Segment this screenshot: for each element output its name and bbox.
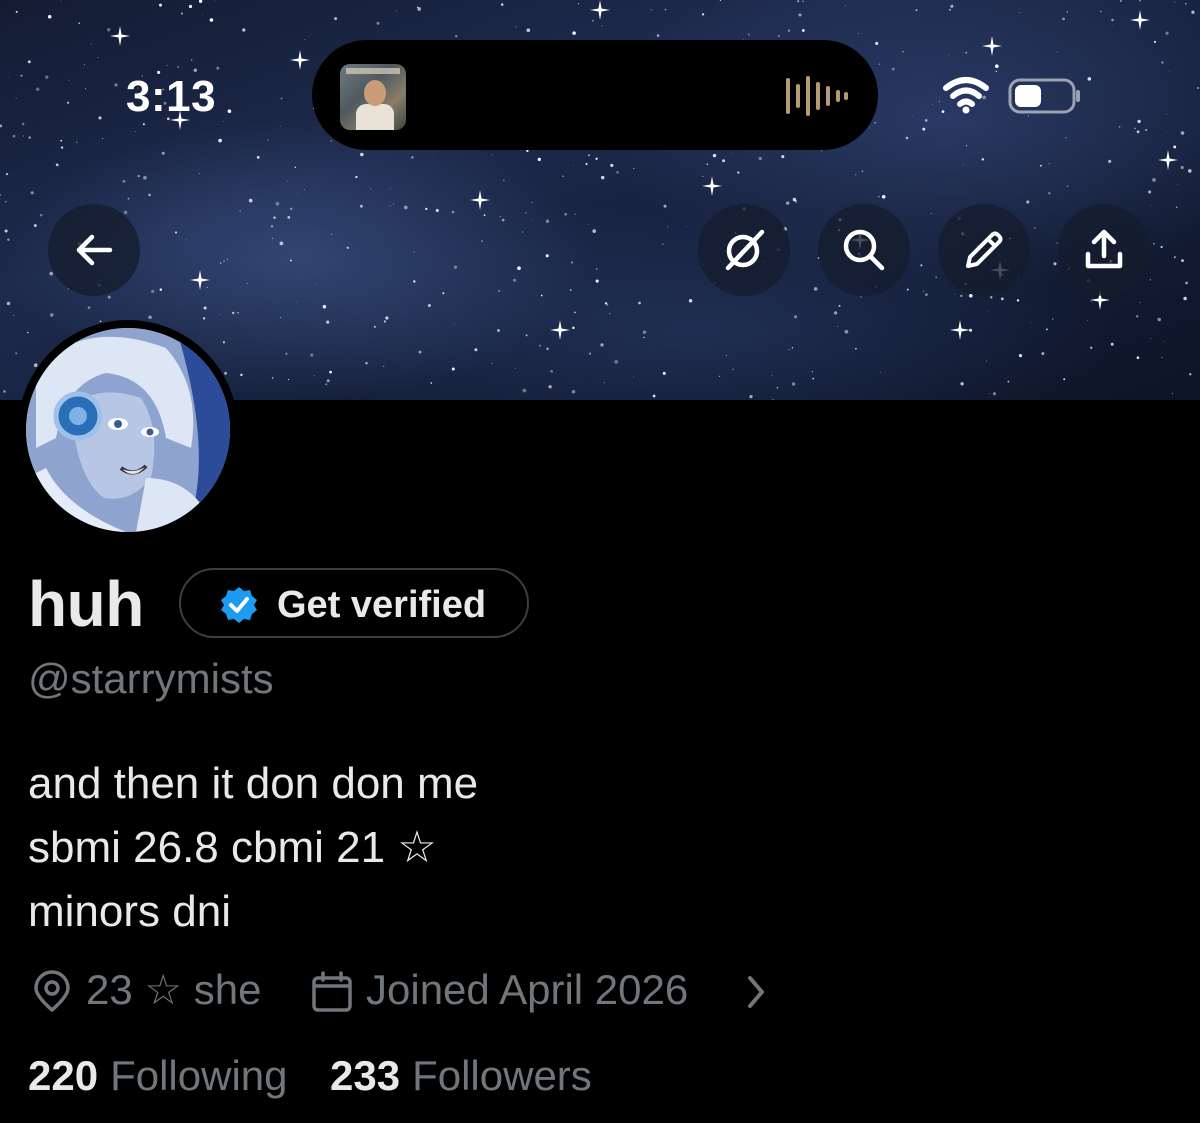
username-handle: @starrymists bbox=[28, 655, 274, 702]
location: 23 ☆ she bbox=[28, 960, 288, 1020]
bio-line: and then it don don me bbox=[28, 759, 479, 808]
bio: and then it don don me sbmi 26.8 cbmi 21… bbox=[28, 752, 1128, 944]
location-text: 23 ☆ she bbox=[86, 966, 262, 1013]
wifi-icon bbox=[943, 77, 989, 114]
search-button[interactable] bbox=[818, 204, 910, 296]
edit-icon bbox=[966, 231, 1003, 268]
followers-label: Followers bbox=[412, 1052, 592, 1099]
back-button[interactable] bbox=[48, 204, 140, 296]
back-arrow-icon bbox=[76, 234, 113, 266]
get-verified-button[interactable]: Get verified bbox=[179, 568, 529, 638]
waveform-icon bbox=[786, 76, 848, 116]
get-verified-label: Get verified bbox=[277, 584, 487, 626]
status-icons bbox=[943, 77, 1080, 114]
calendar-icon bbox=[312, 971, 352, 1012]
profile-meta: 23 ☆ she Joined April 2026 bbox=[28, 960, 1178, 1020]
bio-line: sbmi 26.8 cbmi 21 ☆ bbox=[28, 823, 437, 872]
dynamic-island[interactable] bbox=[312, 40, 878, 150]
display-name: huh bbox=[28, 568, 144, 640]
chevron-right-icon[interactable] bbox=[742, 972, 770, 1012]
grok-icon bbox=[725, 229, 765, 271]
following-link[interactable]: 220 Following bbox=[28, 1050, 288, 1102]
followers-link[interactable]: 233 Followers bbox=[330, 1050, 592, 1102]
followers-count: 233 bbox=[330, 1052, 401, 1099]
follow-stats: 220 Following 233 Followers bbox=[28, 1050, 1178, 1106]
bio-line: minors dni bbox=[28, 887, 231, 936]
edit-button[interactable] bbox=[938, 204, 1030, 296]
verified-badge-icon bbox=[221, 587, 257, 623]
following-label: Following bbox=[110, 1052, 288, 1099]
profile-page: 3:13 huh Get verified @starrymists and t… bbox=[0, 0, 1200, 1123]
join-date[interactable]: Joined April 2026 bbox=[310, 960, 770, 1020]
share-button[interactable] bbox=[1058, 204, 1150, 296]
avatar-image bbox=[26, 328, 230, 532]
album-art-icon[interactable] bbox=[340, 64, 406, 130]
avatar[interactable] bbox=[18, 320, 238, 540]
join-date-text: Joined April 2026 bbox=[366, 966, 689, 1013]
status-time: 3:13 bbox=[126, 72, 217, 121]
search-icon bbox=[843, 229, 885, 271]
grok-button[interactable] bbox=[698, 204, 790, 296]
following-count: 220 bbox=[28, 1052, 99, 1099]
share-icon bbox=[1085, 229, 1123, 269]
battery-icon bbox=[1008, 78, 1080, 114]
location-pin-icon bbox=[34, 970, 70, 1012]
